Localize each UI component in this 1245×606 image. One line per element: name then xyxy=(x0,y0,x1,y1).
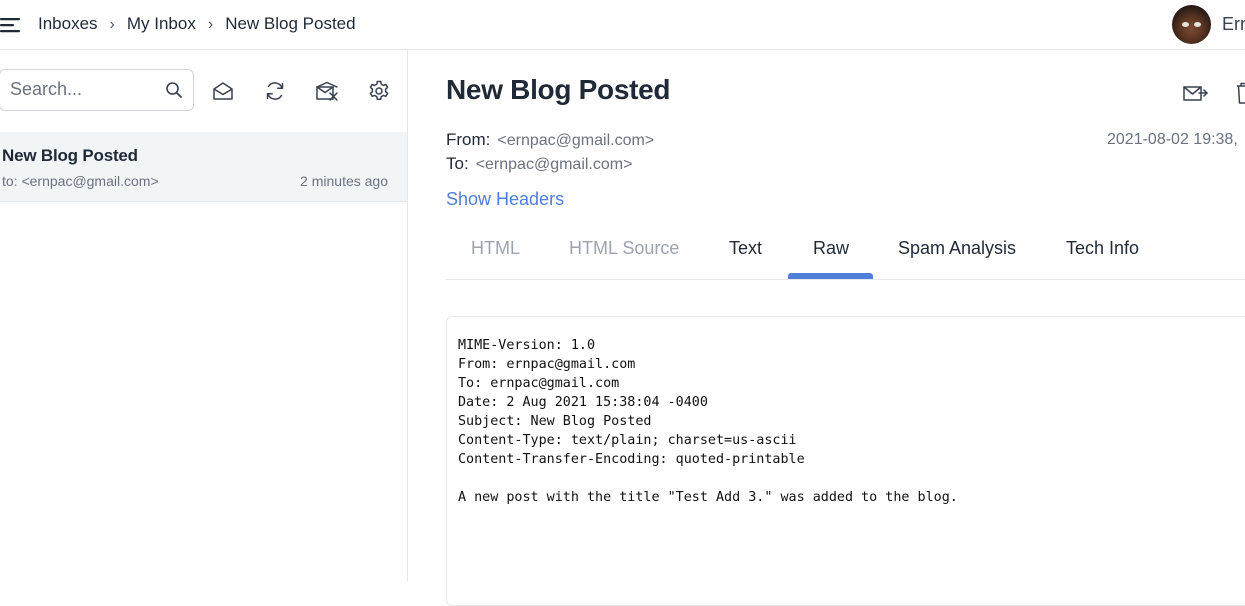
message-time: 2 minutes ago xyxy=(300,173,388,189)
active-tab-indicator xyxy=(788,273,873,279)
view-tabs: HTML HTML Source Text Raw Spam Analysis … xyxy=(446,228,1245,280)
tab-html-source[interactable]: HTML Source xyxy=(569,238,679,259)
avatar[interactable] xyxy=(1172,5,1211,44)
raw-message-panel: MIME-Version: 1.0 From: ernpac@gmail.com… xyxy=(446,316,1245,606)
show-headers-link[interactable]: Show Headers xyxy=(446,189,564,210)
page-title: New Blog Posted xyxy=(446,74,671,105)
list-item[interactable]: New Blog Posted to: <ernpac@gmail.com> 2… xyxy=(0,132,407,202)
search-box xyxy=(0,69,194,111)
search-input[interactable] xyxy=(10,79,150,100)
message-view-panel: New Blog Posted From: <ernpac@gmail.com> … xyxy=(408,50,1245,606)
breadcrumb-my-inbox[interactable]: My Inbox xyxy=(127,14,196,33)
top-bar: Inboxes › My Inbox › New Blog Posted Ern xyxy=(0,0,1245,50)
forward-icon[interactable] xyxy=(1182,81,1208,105)
breadcrumb-current: New Blog Posted xyxy=(225,14,356,33)
delete-icon[interactable] xyxy=(1235,81,1245,105)
breadcrumb-inboxes[interactable]: Inboxes xyxy=(38,14,98,33)
message-date: 2021-08-02 19:38, xyxy=(1107,131,1238,148)
mark-read-icon[interactable] xyxy=(211,79,235,103)
message-subject: New Blog Posted xyxy=(2,146,138,165)
user-name[interactable]: Ern xyxy=(1222,14,1245,35)
from-address: <ernpac@gmail.com> xyxy=(497,132,655,149)
search-icon[interactable] xyxy=(165,81,183,99)
to-address: <ernpac@gmail.com> xyxy=(475,156,633,173)
to-line: To: <ernpac@gmail.com> xyxy=(446,154,632,174)
breadcrumb-separator: › xyxy=(207,16,214,33)
tab-html[interactable]: HTML xyxy=(471,238,520,259)
to-label: To: xyxy=(446,154,469,173)
message-list-panel: New Blog Posted to: <ernpac@gmail.com> 2… xyxy=(0,50,408,581)
breadcrumb-separator: › xyxy=(109,16,115,33)
tab-spam-analysis[interactable]: Spam Analysis xyxy=(898,238,1016,259)
hamburger-icon[interactable] xyxy=(0,13,24,37)
breadcrumb: Inboxes › My Inbox › New Blog Posted xyxy=(38,14,356,34)
clear-inbox-icon[interactable] xyxy=(315,79,339,103)
tab-text[interactable]: Text xyxy=(729,238,762,259)
refresh-icon[interactable] xyxy=(263,79,287,103)
settings-icon[interactable] xyxy=(367,79,391,103)
raw-message-source: MIME-Version: 1.0 From: ernpac@gmail.com… xyxy=(458,338,958,505)
tab-tech-info[interactable]: Tech Info xyxy=(1066,238,1139,259)
from-line: From: <ernpac@gmail.com> xyxy=(446,130,654,150)
from-label: From: xyxy=(446,130,491,149)
message-recipient: to: <ernpac@gmail.com> xyxy=(2,173,159,189)
tab-raw[interactable]: Raw xyxy=(813,238,849,259)
